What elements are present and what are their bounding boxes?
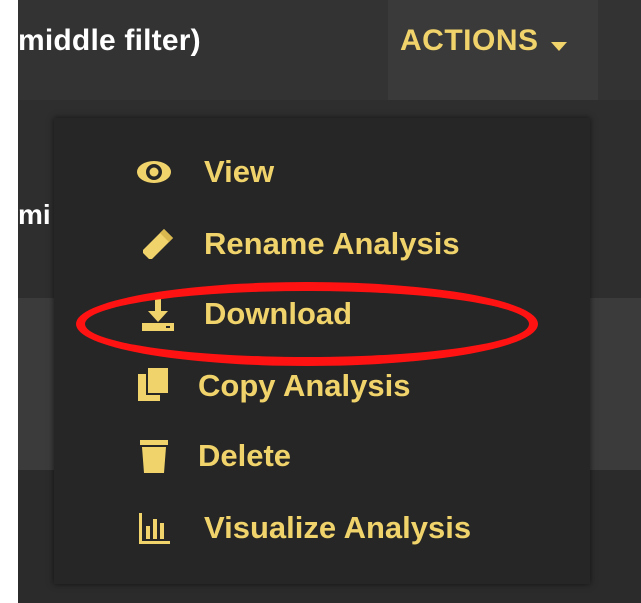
menu-item-delete[interactable]: Delete	[54, 424, 590, 488]
app-screen: middle filter) ACTIONS mi View Rename An…	[18, 0, 641, 603]
copy-icon	[136, 366, 172, 402]
menu-item-label: Copy Analysis	[198, 368, 411, 403]
menu-item-label: Rename Analysis	[204, 226, 460, 261]
menu-item-label: Delete	[198, 438, 292, 473]
menu-item-label: View	[204, 154, 275, 189]
caret-down-icon	[551, 42, 567, 51]
actions-label: ACTIONS	[400, 24, 539, 57]
menu-item-label: Visualize Analysis	[204, 510, 472, 545]
menu-item-rename-analysis[interactable]: Rename Analysis	[54, 212, 590, 276]
menu-item-download[interactable]: Download	[54, 282, 590, 346]
actions-dropdown-menu: View Rename Analysis Download Copy Analy…	[54, 118, 590, 584]
filter-description: middle filter)	[18, 24, 201, 57]
menu-item-visualize-analysis[interactable]: Visualize Analysis	[54, 496, 590, 560]
actions-dropdown-button[interactable]: ACTIONS	[388, 0, 598, 100]
row-partial-text: mi	[18, 199, 51, 230]
bar-chart-icon	[136, 510, 172, 546]
trash-icon	[136, 438, 172, 474]
pencil-icon	[140, 226, 176, 262]
eye-icon	[136, 154, 172, 190]
menu-item-view[interactable]: View	[54, 140, 590, 204]
download-icon	[140, 296, 176, 332]
table-header-row: middle filter) ACTIONS	[18, 0, 641, 100]
menu-item-copy-analysis[interactable]: Copy Analysis	[54, 354, 590, 418]
menu-item-label: Download	[204, 296, 353, 331]
